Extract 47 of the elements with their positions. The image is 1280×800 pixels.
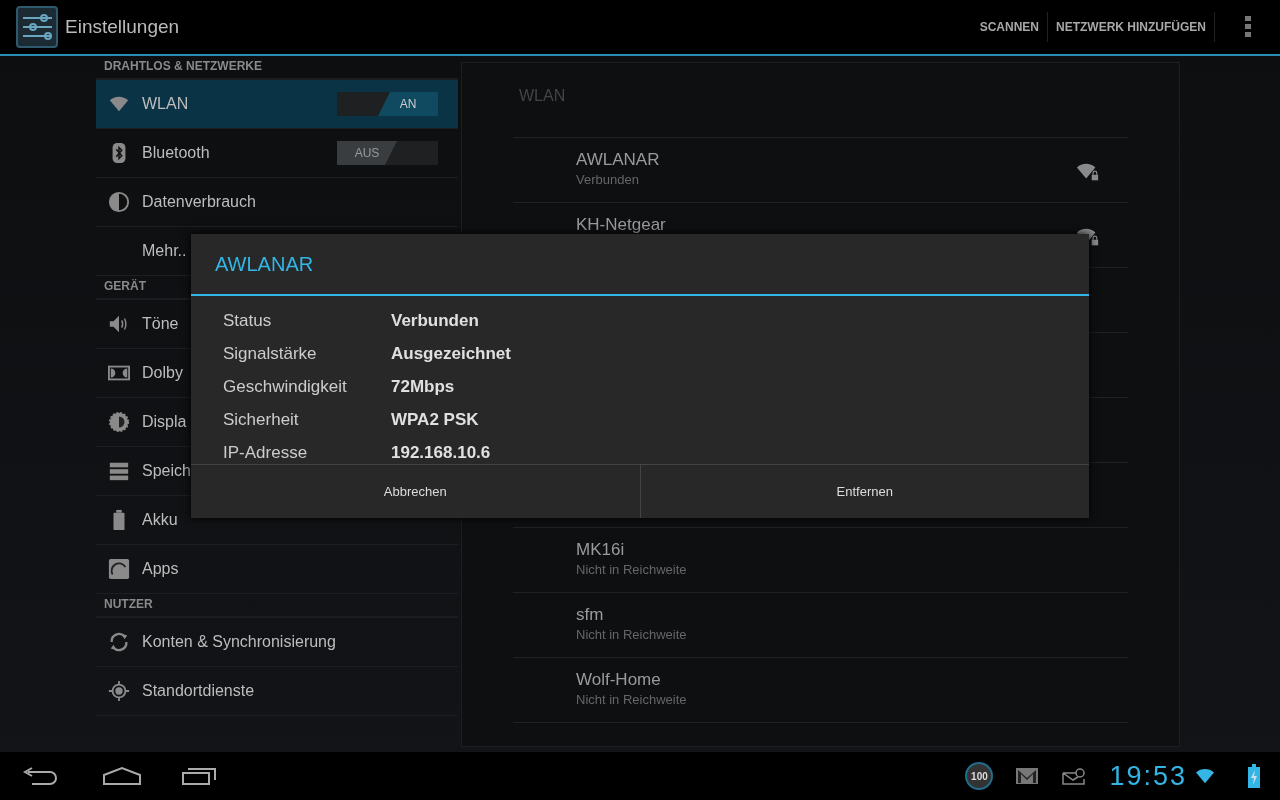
section-header: NUTZER: [96, 594, 458, 618]
settings-item[interactable]: Datenverbrauch: [96, 178, 458, 227]
settings-item[interactable]: Konten & Synchronisierung: [96, 618, 458, 667]
field-value: Ausgezeichnet: [391, 343, 511, 364]
settings-item[interactable]: Apps: [96, 545, 458, 594]
toggle-switch[interactable]: AUS: [337, 141, 438, 165]
field-label: Status: [223, 310, 273, 331]
field-label: IP-Adresse: [223, 442, 309, 463]
battery-charging-icon: [1248, 764, 1260, 788]
email-icon[interactable]: [1062, 767, 1087, 785]
storage-icon: [108, 460, 130, 482]
action-button[interactable]: NETZWERK HINZUFÜGEN: [1048, 0, 1214, 54]
field-label: Geschwindigkeit: [223, 376, 348, 397]
wifi-icon: [1193, 767, 1217, 785]
network-item[interactable]: sfm Nicht in Reichweite: [513, 593, 1128, 658]
field-value: 72Mbps: [391, 376, 455, 397]
field-label: Sicherheit: [223, 409, 300, 430]
network-item[interactable]: MK16i Nicht in Reichweite: [513, 528, 1128, 593]
dialog-title: AWLANAR: [191, 234, 1089, 296]
mail-icon[interactable]: [1015, 767, 1040, 785]
settings-item[interactable]: Bluetooth AUS: [96, 129, 458, 178]
settings-item[interactable]: Standortdienste: [96, 667, 458, 716]
field-label: Signalstärke: [223, 343, 318, 364]
brightness-icon: [108, 411, 130, 433]
field-value: WPA2 PSK: [391, 409, 479, 430]
toggle-switch[interactable]: AN: [337, 92, 438, 116]
settings-item[interactable]: WLAN AN: [96, 80, 458, 129]
pie-chart-icon: [108, 191, 130, 213]
network-item[interactable]: AWLANAR Verbunden: [513, 138, 1128, 203]
dialog-button[interactable]: Entfernen: [639, 465, 1089, 518]
action-button[interactable]: SCANNEN: [971, 0, 1047, 54]
field-value: 192.168.10.6: [391, 442, 491, 463]
overflow-menu-icon[interactable]: [1245, 16, 1251, 38]
home-icon[interactable]: [102, 766, 142, 786]
recent-apps-icon[interactable]: [182, 766, 218, 786]
sync-icon: [108, 631, 130, 653]
network-item[interactable]: Wolf-Home Nicht in Reichweite: [513, 658, 1128, 723]
speaker-icon: [108, 313, 130, 335]
app-title: Einstellungen: [65, 16, 180, 38]
notification-badge[interactable]: 100: [965, 762, 994, 790]
back-icon[interactable]: [22, 766, 58, 786]
location-icon: [108, 680, 130, 702]
clock: 19:53: [1109, 760, 1187, 792]
settings-icon[interactable]: [16, 6, 58, 48]
wifi-lock-icon: [1076, 162, 1100, 182]
field-value: Verbunden: [391, 310, 479, 331]
apps-icon: [108, 558, 130, 580]
